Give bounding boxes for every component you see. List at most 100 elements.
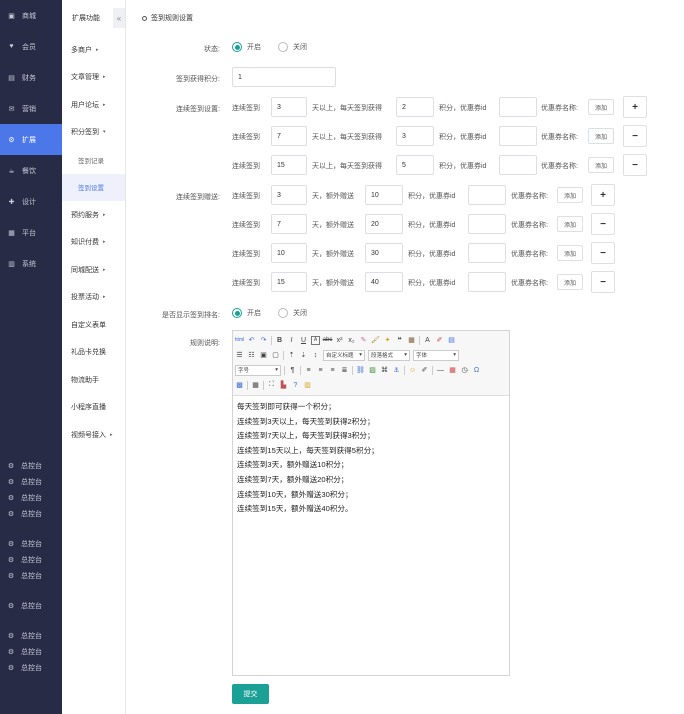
highlight-icon[interactable]: ✐ (435, 336, 444, 345)
font-border-icon[interactable]: A (311, 335, 320, 345)
strikethrough-icon[interactable]: abc (323, 336, 333, 345)
submenu-item[interactable]: 礼品卡兑换 (62, 339, 125, 367)
sidebar-item-2[interactable]: ▤ 财务 (0, 62, 62, 93)
blockquote-icon[interactable]: ❝ (395, 336, 404, 345)
plus-button[interactable]: + (591, 184, 615, 206)
cont-points-input[interactable]: 2 (396, 97, 434, 117)
cont-days-input[interactable]: 3 (271, 97, 307, 117)
gift-coupon-id-input[interactable] (468, 185, 506, 205)
rank-on-radio[interactable]: 开启 (232, 308, 261, 318)
sidebar-console-item[interactable]: ⚙ 总控台 (0, 552, 62, 568)
gift-days-input[interactable]: 15 (271, 272, 307, 292)
paragraph-select[interactable]: 段落格式 ▾ (368, 349, 410, 361)
align-justify-icon[interactable]: ≣ (340, 366, 349, 375)
submenu-item[interactable]: 文章管理 ▸ (62, 64, 125, 92)
special-char-icon[interactable]: Ω (472, 366, 481, 375)
custom-heading-select[interactable]: 自定义标题 ▾ (323, 349, 365, 361)
gift-add-button[interactable]: 添加 (557, 274, 583, 290)
ordered-list-icon[interactable]: ☰ (235, 351, 244, 360)
sidebar-console-item[interactable]: ⚙ 总控台 (0, 568, 62, 584)
minus-button[interactable]: − (591, 271, 615, 293)
font-color-icon[interactable]: A (423, 336, 432, 345)
paste-plain-icon[interactable]: ▦ (407, 336, 416, 345)
auto-format-icon[interactable]: ✦ (383, 336, 392, 345)
submenu-item[interactable]: 知识付费 ▸ (62, 229, 125, 257)
minus-button[interactable]: − (623, 154, 647, 176)
plus-button[interactable]: + (623, 96, 647, 118)
sidebar-console-item[interactable]: ⚙ 总控台 (0, 660, 62, 676)
sidebar-item-6[interactable]: ✚ 设计 (0, 186, 62, 217)
superscript-icon[interactable]: x² (335, 336, 344, 345)
align-left-icon[interactable]: ≡ (304, 366, 313, 375)
char-count-icon[interactable]: ▥ (303, 381, 312, 390)
sidebar-console-item[interactable]: ⚙ 总控台 (0, 628, 62, 644)
anchor-icon[interactable]: ⚓ (392, 366, 401, 375)
font-size-select[interactable]: 字号 ▾ (235, 364, 281, 376)
clear-icon[interactable]: ▢ (271, 351, 280, 360)
rank-off-radio[interactable]: 关闭 (278, 308, 307, 318)
line-height-icon[interactable]: ↕ (311, 351, 320, 360)
cont-coupon-id-input[interactable] (499, 126, 537, 146)
gift-days-input[interactable]: 10 (271, 243, 307, 263)
link-icon[interactable]: ⛓ (356, 366, 365, 375)
underline-icon[interactable]: U (299, 336, 308, 345)
eraser-icon[interactable]: ✎ (359, 336, 368, 345)
rich-text-editor[interactable]: html ↶ ↷ B I U A abc x² x₂ ✎ 🖌 ✦ ❝ ▦ A ✐… (232, 330, 510, 676)
submenu-item[interactable]: 同城配送 ▸ (62, 256, 125, 284)
submenu-item[interactable]: 自定义表单 (62, 311, 125, 339)
subscript-icon[interactable]: x₂ (347, 336, 356, 345)
date-icon[interactable]: ▦ (448, 366, 457, 375)
italic-icon[interactable]: I (287, 336, 296, 345)
gift-coupon-id-input[interactable] (468, 214, 506, 234)
submenu-item[interactable]: 物流助手 (62, 366, 125, 394)
time-icon[interactable]: ◷ (460, 366, 469, 375)
gift-days-input[interactable]: 3 (271, 185, 307, 205)
cont-add-button[interactable]: 添加 (588, 99, 614, 115)
gift-points-input[interactable]: 20 (365, 214, 403, 234)
cont-coupon-id-input[interactable] (499, 155, 537, 175)
scrawl-icon[interactable]: ✐ (420, 366, 429, 375)
sidebar-item-1[interactable]: ♥ 会员 (0, 31, 62, 62)
image-icon[interactable]: ▨ (368, 366, 377, 375)
minus-button[interactable]: − (591, 213, 615, 235)
submenu-sub-item[interactable]: 签到记录 (62, 146, 125, 174)
submenu-item[interactable]: 预约服务 ▸ (62, 201, 125, 229)
gift-add-button[interactable]: 添加 (557, 216, 583, 232)
gift-days-input[interactable]: 7 (271, 214, 307, 234)
sidebar-item-5[interactable]: ☕ 餐饮 (0, 155, 62, 186)
bold-icon[interactable]: B (275, 336, 284, 345)
minus-button[interactable]: − (623, 125, 647, 147)
sidebar-console-item[interactable]: ⚙ 总控台 (0, 536, 62, 552)
minus-button[interactable]: − (591, 242, 615, 264)
cont-coupon-id-input[interactable] (499, 97, 537, 117)
sidebar-console-item[interactable]: ⚙ 总控台 (0, 474, 62, 490)
cont-add-button[interactable]: 添加 (588, 157, 614, 173)
align-center-icon[interactable]: ≡ (316, 366, 325, 375)
sidebar-item-7[interactable]: ▦ 平台 (0, 217, 62, 248)
points-input[interactable]: 1 (232, 67, 336, 87)
emotion-icon[interactable]: ☺ (408, 366, 417, 375)
unordered-list-icon[interactable]: ☷ (247, 351, 256, 360)
cont-days-input[interactable]: 7 (271, 126, 307, 146)
submenu-item[interactable]: 小程序直播 (62, 394, 125, 422)
submenu-item[interactable]: 积分签到 ▾ (62, 119, 125, 147)
print-icon[interactable]: ▙ (279, 381, 288, 390)
collapse-button[interactable]: « (113, 8, 125, 28)
font-family-select[interactable]: 字体 ▾ (413, 349, 459, 361)
sidebar-console-item[interactable]: ⚙ 总控台 (0, 598, 62, 614)
attachment-icon[interactable]: ⌘ (380, 366, 389, 375)
gift-points-input[interactable]: 10 (365, 185, 403, 205)
submenu-item[interactable]: 视频号接入 ▸ (62, 421, 125, 449)
sidebar-item-8[interactable]: ▥ 系统 (0, 248, 62, 279)
clear-doc-icon[interactable]: ▤ (447, 336, 456, 345)
map-icon[interactable]: ▩ (235, 381, 244, 390)
sidebar-console-item[interactable]: ⚙ 总控台 (0, 506, 62, 522)
redo-icon[interactable]: ↷ (259, 336, 268, 345)
sidebar-console-item[interactable]: ⚙ 总控台 (0, 644, 62, 660)
sidebar-item-3[interactable]: ✉ 营销 (0, 93, 62, 124)
submenu-item[interactable]: 投票活动 ▸ (62, 284, 125, 312)
gift-coupon-id-input[interactable] (468, 272, 506, 292)
submenu-item[interactable]: 多商户 ▸ (62, 36, 125, 64)
submenu-sub-item[interactable]: 签到设置 (62, 173, 125, 201)
horizontal-rule-icon[interactable]: — (436, 366, 445, 375)
